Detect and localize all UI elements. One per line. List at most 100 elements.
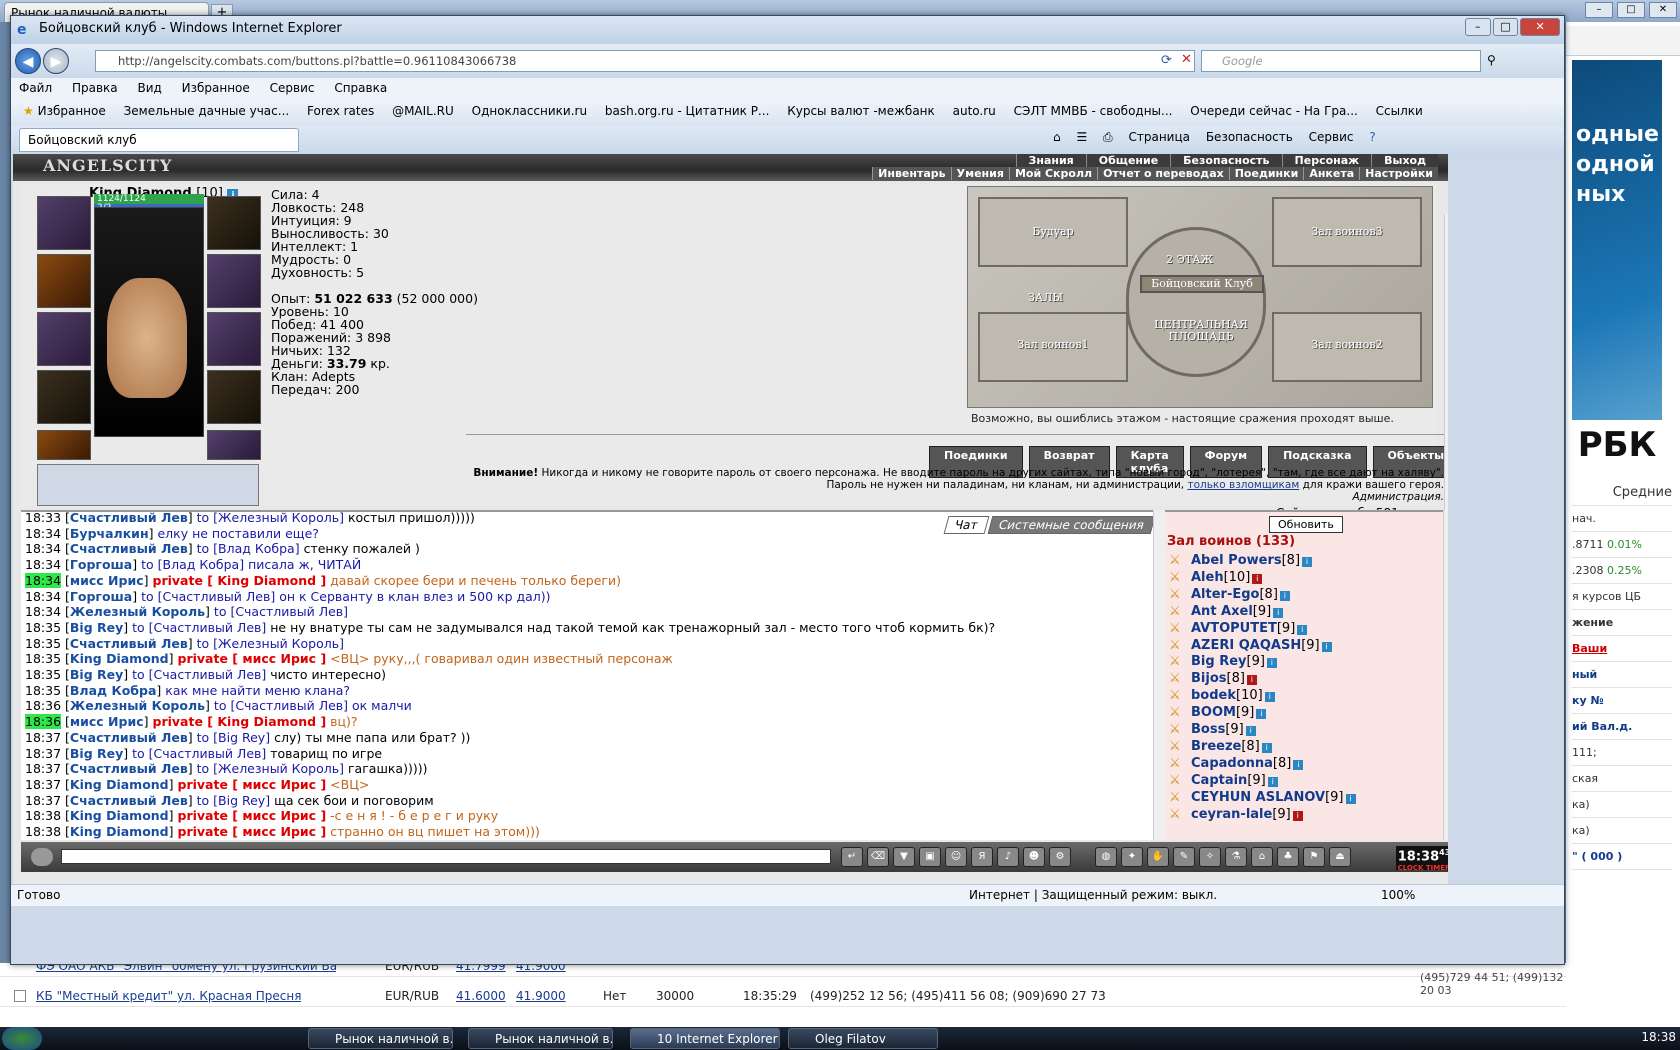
minimize-icon[interactable]: – (1585, 2, 1613, 18)
tab-system-messages[interactable]: Системные сообщения (987, 516, 1156, 534)
favorite-link[interactable]: Курсы валют -межбанк (787, 104, 935, 118)
chat-recipient[interactable]: private [ King Diamond ] (153, 573, 327, 588)
user-row[interactable]: ⚔ Bijos[8] i (1169, 670, 1257, 687)
user-nick[interactable]: BOOM (1191, 705, 1236, 720)
forward-icon[interactable]: ▶ (43, 48, 69, 74)
user-row[interactable]: ⚔ ceyran-lale[9] i (1169, 806, 1303, 823)
tools-menu[interactable]: Сервис (1309, 130, 1354, 144)
info-icon[interactable]: i (1245, 726, 1256, 736)
user-row[interactable]: ⚔ Abel Powers[8] i (1169, 552, 1313, 569)
chat-recipient[interactable]: to [Железный Король] (197, 761, 344, 776)
chat-recipient[interactable]: to [Влад Кобра] (141, 557, 244, 572)
nav-transfers[interactable]: Отчет о переводах (1097, 167, 1229, 180)
favorites-button[interactable]: ★ Избранное (23, 104, 106, 118)
info-icon[interactable]: i (1264, 692, 1275, 703)
pants-slot[interactable] (207, 370, 261, 424)
nav-social[interactable]: Общение (1085, 154, 1171, 167)
favorite-link[interactable]: Земельные дачные учас... (124, 104, 290, 118)
chat-nick[interactable]: Счастливый Лев (70, 793, 188, 808)
user-nick[interactable]: AVTOPUTET (1191, 621, 1277, 636)
info-icon[interactable]: i (1266, 658, 1277, 669)
clear-icon[interactable]: ⌫ (867, 847, 889, 867)
menu-help[interactable]: Справка (326, 78, 395, 98)
user-row[interactable]: ⚔ CEYHUN ASLANOV[9] i (1169, 789, 1356, 806)
feeds-icon[interactable]: ☰ (1076, 130, 1087, 144)
exit-icon[interactable]: ⏏ (1329, 847, 1351, 867)
info-icon[interactable]: i (1279, 590, 1290, 601)
menu-file[interactable]: Файл (11, 78, 60, 98)
user-row[interactable]: ⚔ Aleh[10] i (1169, 569, 1263, 586)
chat-recipient[interactable]: to [Счастливый Лев] (141, 589, 275, 604)
user-nick[interactable]: Boss (1191, 722, 1225, 737)
magic-icon[interactable]: ✧ (1199, 847, 1221, 867)
user-row[interactable]: ⚔ Captain[9] i (1169, 772, 1278, 789)
minimize-icon[interactable]: – (1465, 18, 1491, 36)
taskbar-item-active[interactable]: 10 Internet Explorer (630, 1028, 780, 1049)
character-avatar[interactable] (94, 207, 204, 437)
user-row[interactable]: ⚔ AVTOPUTET[9] i (1169, 620, 1308, 637)
taskbar-item[interactable]: Рынок наличной в... (308, 1028, 453, 1049)
save-icon[interactable]: ▣ (919, 847, 941, 867)
filter-icon[interactable]: ▼ (893, 847, 915, 867)
club-exit[interactable]: Бойцовский Клуб (1140, 275, 1264, 293)
info-icon[interactable]: i (1345, 793, 1356, 804)
chat-recipient[interactable]: to [Счастливый Лев] (132, 746, 266, 761)
info-icon[interactable]: i (1261, 742, 1272, 753)
search-input[interactable]: Google (1201, 50, 1481, 72)
user-nick[interactable]: Aleh (1191, 570, 1224, 585)
maximize-icon[interactable]: □ (1617, 2, 1645, 18)
nav-knowledge[interactable]: Знания (1015, 154, 1086, 167)
chat-nick[interactable]: Горгоша (70, 557, 132, 572)
chat-recipient[interactable]: private [ мисс Ирис ] (178, 777, 327, 792)
chat-nick[interactable]: King Diamond (70, 651, 169, 666)
people-icon[interactable]: ☺ (945, 847, 967, 867)
page-menu[interactable]: Страница (1128, 130, 1190, 144)
user-row[interactable]: ⚔ BOOM[9] i (1169, 704, 1267, 721)
home-icon[interactable]: ⌂ (1053, 130, 1061, 144)
boots-slot[interactable] (207, 430, 261, 460)
info-icon[interactable]: i (1297, 624, 1308, 635)
info-icon[interactable]: i (1293, 759, 1304, 770)
chat-nick[interactable]: мисс Ирис (70, 573, 144, 588)
user-nick[interactable]: Capadonna (1191, 756, 1273, 771)
group-icon[interactable]: ♣ (1277, 847, 1299, 867)
chat-recipient[interactable]: to [Big Rey] (197, 793, 270, 808)
favorite-link[interactable]: auto.ru (953, 104, 996, 118)
square-label[interactable]: ЦЕНТРАЛЬНАЯ ПЛОЩАДЬ (1146, 319, 1256, 343)
chat-nick[interactable]: Счастливый Лев (70, 636, 188, 651)
halls-label[interactable]: ЗАЛЫ (1028, 291, 1063, 304)
favorite-link[interactable]: Одноклассники.ru (472, 104, 587, 118)
info-icon[interactable]: i (1292, 810, 1303, 821)
user-row[interactable]: ⚔ Boss[9] i (1169, 721, 1256, 738)
weapon-left-slot[interactable] (37, 312, 91, 366)
row-checkbox[interactable] (14, 990, 26, 1002)
user-nick[interactable]: Ant Axel (1191, 604, 1253, 619)
chat-nick[interactable]: Счастливый Лев (70, 541, 188, 556)
chat-recipient[interactable]: to [Железный Король] (197, 512, 344, 525)
chat-nick[interactable]: Счастливый Лев (70, 761, 188, 776)
zoom-control[interactable]: 100% (1381, 888, 1415, 902)
system-tray-clock[interactable]: 18:38 (1641, 1030, 1676, 1044)
chat-nick[interactable]: King Diamond (70, 777, 169, 792)
chat-recipient[interactable]: private [ мисс Ирис ] (178, 808, 327, 823)
maximize-icon[interactable]: □ (1492, 18, 1519, 36)
settings-icon[interactable]: ⚙ (1049, 847, 1071, 867)
chat-nick[interactable]: Big Rey (70, 746, 123, 761)
back-icon[interactable]: ◀ (15, 48, 41, 74)
chat-nick[interactable]: мисс Ирис (70, 714, 144, 729)
user-row[interactable]: ⚔ Breeze[8] i (1169, 738, 1272, 755)
nav-scroll[interactable]: Мой Скролл (1008, 167, 1097, 180)
helmet-slot[interactable] (37, 196, 91, 250)
favorite-link[interactable]: Forex rates (307, 104, 374, 118)
print-icon[interactable]: ⎙ (1103, 130, 1113, 144)
refresh-icon[interactable]: ⟳ (1161, 53, 1172, 68)
chat-nick[interactable]: King Diamond (70, 808, 169, 823)
weapon-right-slot[interactable] (207, 312, 261, 366)
translit-icon[interactable]: Я (971, 847, 993, 867)
chat-recipient[interactable]: private [ King Diamond ] (153, 714, 327, 729)
buy-cell[interactable]: 41.6000 (456, 985, 506, 1007)
chat-recipient[interactable]: to [Счастливый Лев] (214, 698, 348, 713)
chat-recipient[interactable]: private [ мисс Ирис ] (178, 824, 327, 839)
user-nick[interactable]: Captain (1191, 773, 1247, 788)
nav-settings[interactable]: Настройки (1359, 167, 1438, 180)
